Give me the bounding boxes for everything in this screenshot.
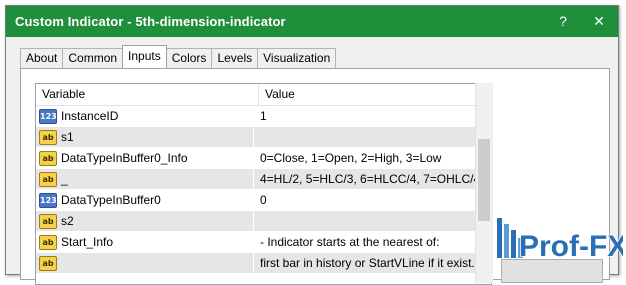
variable-cell: 123 DataTypeInBuffer0 (36, 190, 254, 210)
variable-cell: ab (36, 253, 254, 273)
variable-cell: 123 InstanceID (36, 106, 254, 126)
prof-fx-logo: Prof-FX (497, 218, 623, 264)
value-cell[interactable] (254, 211, 260, 231)
table-row[interactable]: ab first bar in history or StartVLine if… (36, 253, 491, 274)
table-row[interactable]: ab _ 4=HL/2, 5=HLC/3, 6=HLCC/4, 7=OHLC/4 (36, 169, 491, 190)
variable-cell: ab s1 (36, 127, 254, 147)
variable-cell: ab Start_Info (36, 232, 254, 252)
title-bar: Custom Indicator - 5th-dimension-indicat… (6, 6, 618, 37)
type-icon: ab (39, 171, 57, 187)
tab-about[interactable]: About (20, 48, 64, 68)
variable-name: s1 (61, 130, 74, 144)
variable-name: InstanceID (61, 109, 119, 123)
help-icon[interactable]: ? (554, 13, 572, 29)
value-column-header[interactable]: Value (259, 84, 295, 105)
variable-name: DataTypeInBuffer0_Info (61, 151, 188, 165)
type-icon: 123 (39, 192, 57, 208)
tab-levels[interactable]: Levels (211, 48, 259, 68)
table-row[interactable]: ab DataTypeInBuffer0_Info 0=Close, 1=Ope… (36, 148, 491, 169)
type-icon: ab (39, 150, 57, 166)
type-icon: ab (39, 255, 57, 271)
value-cell[interactable]: first bar in history or StartVLine if it… (254, 253, 475, 273)
variable-name: s2 (61, 214, 74, 228)
tab-colors[interactable]: Colors (165, 48, 213, 68)
variable-name: _ (61, 172, 68, 186)
value-cell[interactable] (254, 127, 260, 147)
inputs-table: Variable Value 123 InstanceID 1 ab s1 ab… (35, 83, 492, 285)
tab-visualization[interactable]: Visualization (257, 48, 337, 68)
table-row[interactable]: 123 InstanceID 1 (36, 106, 491, 127)
table-row[interactable]: 123 DataTypeInBuffer0 0 (36, 190, 491, 211)
table-header: Variable Value (36, 84, 491, 106)
close-icon[interactable]: ✕ (590, 13, 608, 30)
type-icon: ab (39, 234, 57, 250)
table-row[interactable]: ab s2 (36, 211, 491, 232)
tab-inputs[interactable]: Inputs (122, 45, 167, 68)
type-icon: ab (39, 213, 57, 229)
variable-column-header[interactable]: Variable (36, 84, 259, 105)
variable-cell: ab DataTypeInBuffer0_Info (36, 148, 254, 168)
scrollbar-thumb[interactable] (478, 139, 490, 221)
value-cell[interactable]: - Indicator starts at the nearest of: (254, 232, 439, 252)
variable-cell: ab _ (36, 169, 254, 189)
tab-strip: About Common Inputs Colors Levels Visual… (20, 45, 337, 68)
value-cell[interactable]: 4=HL/2, 5=HLC/3, 6=HLCC/4, 7=OHLC/4 (254, 169, 480, 189)
tab-common[interactable]: Common (62, 48, 124, 68)
watermark-text: Prof-FX (519, 230, 623, 263)
variable-cell: ab s2 (36, 211, 254, 231)
value-cell[interactable]: 0 (254, 190, 267, 210)
window-title: Custom Indicator - 5th-dimension-indicat… (15, 14, 286, 29)
table-row[interactable]: ab s1 (36, 127, 491, 148)
value-cell[interactable]: 0=Close, 1=Open, 2=High, 3=Low (254, 148, 441, 168)
variable-name: DataTypeInBuffer0 (61, 193, 161, 207)
type-icon: ab (39, 129, 57, 145)
table-row[interactable]: ab Start_Info - Indicator starts at the … (36, 232, 491, 253)
type-icon: 123 (39, 108, 57, 124)
value-cell[interactable]: 1 (254, 106, 267, 126)
variable-name: Start_Info (61, 235, 114, 249)
